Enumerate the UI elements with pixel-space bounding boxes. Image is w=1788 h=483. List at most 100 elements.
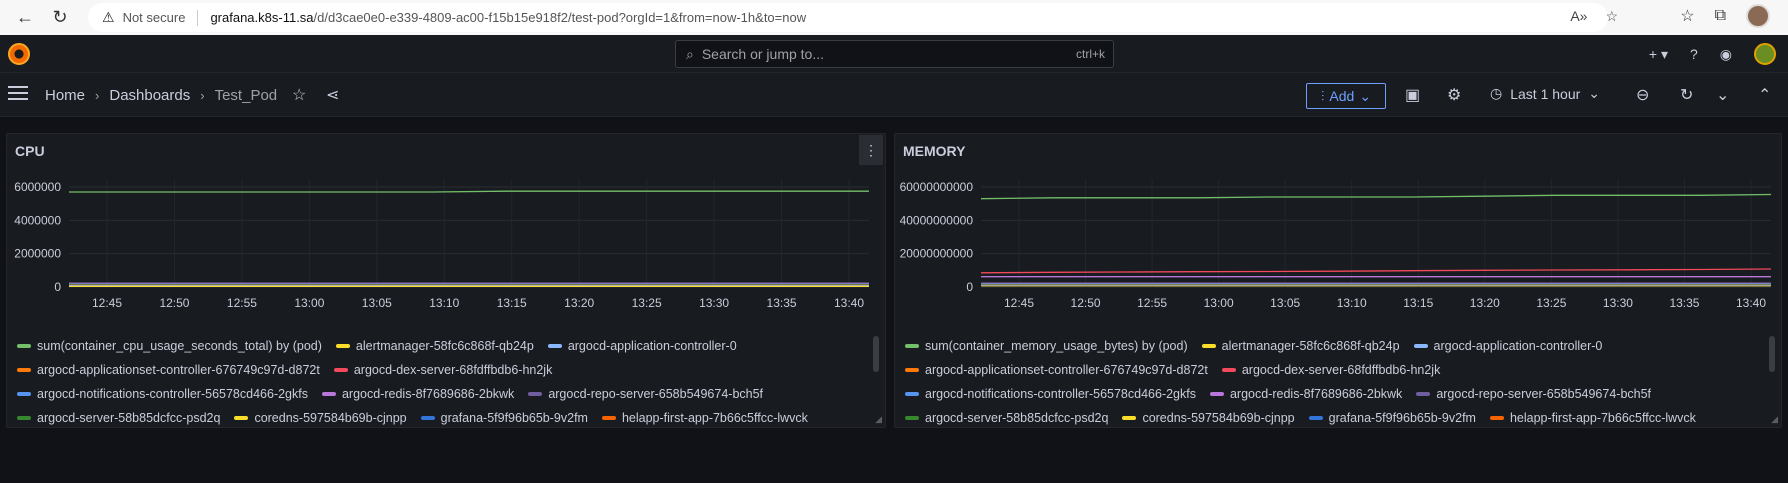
legend-swatch (420, 416, 435, 420)
legend-label: argocd-server-58b85dcfcc-psd2q (925, 411, 1109, 425)
legend-item[interactable]: coredns-597584b69b-cjnpp (1122, 411, 1295, 425)
legend-label: argocd-notifications-controller-56578cd4… (37, 387, 308, 401)
legend-swatch (601, 416, 616, 420)
legend-item[interactable]: argocd-applicationset-controller-676749c… (905, 363, 1208, 377)
x-tick-label: 13:10 (429, 296, 459, 310)
y-tick-label: 0 (54, 280, 61, 294)
memory-legend: sum(container_memory_usage_bytes) by (po… (905, 334, 1761, 426)
breadcrumb-dashboards[interactable]: Dashboards (109, 87, 190, 104)
favorites-icon[interactable]: ☆ (1680, 6, 1694, 26)
settings-gear-icon[interactable]: ⚙ (1447, 85, 1461, 105)
legend-label: helapp-first-app-7b66c5ffcc-lwvck (621, 411, 808, 425)
legend-swatch (1209, 392, 1224, 396)
share-icon[interactable]: ⋖ (326, 85, 339, 105)
resize-handle-icon[interactable]: ◢ (875, 414, 882, 425)
grafana-logo-icon[interactable] (8, 43, 30, 65)
legend-item[interactable]: alertmanager-58fc6c868f-qb24p (1201, 339, 1400, 353)
divider (197, 9, 199, 26)
refresh-icon[interactable]: ↻ (1680, 85, 1693, 105)
legend-item[interactable]: argocd-application-controller-0 (547, 339, 737, 353)
new-plus-icon[interactable]: + ▾ (1649, 46, 1668, 63)
news-rss-icon[interactable]: ◉ (1720, 46, 1732, 63)
legend-swatch (1308, 416, 1323, 420)
legend-item[interactable]: argocd-repo-server-658b549674-bch5f (528, 387, 763, 401)
legend-item[interactable]: argocd-server-58b85dcfcc-psd2q (905, 411, 1108, 425)
legend-label: coredns-597584b69b-cjnpp (254, 411, 407, 425)
legend-item[interactable]: argocd-redis-8f7689686-2bkwk (321, 387, 514, 401)
zoom-out-icon[interactable]: ⊖ (1636, 85, 1649, 105)
collapse-up-icon[interactable]: ⌃ (1758, 85, 1771, 105)
help-icon[interactable]: ? (1690, 46, 1698, 62)
x-tick-label: 12:55 (1137, 296, 1167, 310)
breadcrumb-home[interactable]: Home (45, 87, 85, 104)
x-tick-label: 13:35 (767, 296, 797, 310)
collections-icon[interactable]: ⧉ (1715, 7, 1726, 25)
x-tick-label: 13:00 (294, 296, 324, 310)
legend-swatch (17, 368, 31, 372)
panel-menu-icon[interactable]: ⋮ (859, 135, 883, 165)
menu-icon[interactable] (8, 86, 28, 102)
legend-swatch (333, 368, 348, 372)
legend-item[interactable]: sum(container_cpu_usage_seconds_total) b… (17, 339, 322, 353)
legend-item[interactable]: argocd-redis-8f7689686-2bkwk (1209, 387, 1402, 401)
add-button[interactable]: ⫶ Add ⌄ (1306, 83, 1386, 109)
legend-item[interactable]: grafana-5f9f96b65b-9v2fm (420, 411, 588, 425)
user-avatar[interactable] (1754, 43, 1776, 65)
x-tick-label: 13:40 (1736, 296, 1766, 310)
x-tick-label: 12:45 (92, 296, 122, 310)
legend-item[interactable]: argocd-application-controller-0 (1413, 339, 1602, 353)
legend-item[interactable]: argocd-server-58b85dcfcc-psd2q (17, 411, 220, 425)
x-tick-label: 13:35 (1669, 296, 1699, 310)
legend-label: argocd-server-58b85dcfcc-psd2q (37, 411, 221, 425)
legend-item[interactable]: grafana-5f9f96b65b-9v2fm (1308, 411, 1476, 425)
x-tick-label: 12:45 (1004, 296, 1034, 310)
favorite-add-icon[interactable]: ☆ (1605, 8, 1618, 25)
save-icon[interactable]: ▣ (1405, 85, 1420, 105)
legend-swatch (905, 344, 919, 348)
refresh-interval-chevron-icon[interactable]: ⌄ (1716, 85, 1729, 105)
legend-item[interactable]: argocd-dex-server-68fdffbdb6-hn2jk (1221, 363, 1441, 377)
legend-item[interactable]: alertmanager-58fc6c868f-qb24p (335, 339, 534, 353)
legend-item[interactable]: helapp-first-app-7b66c5ffcc-lwvck (1489, 411, 1696, 425)
legend-item[interactable]: sum(container_memory_usage_bytes) by (po… (905, 339, 1188, 353)
memory-chart: 60000000000 40000000000 20000000000 0 12:45 1… (900, 179, 1772, 310)
search-input[interactable]: ⌕ Search or jump to... ctrl+k (675, 40, 1114, 68)
x-tick-label: 12:50 (159, 296, 189, 310)
legend-scrollbar[interactable] (873, 336, 879, 372)
profile-avatar[interactable] (1746, 4, 1770, 28)
browser-toolbar: ← ↻ ⚠ Not secure grafana.k8s-11.sa/d/d3c… (0, 0, 1788, 35)
legend-row: argocd-notifications-controller-56578cd4… (905, 382, 1761, 406)
legend-swatch (905, 368, 919, 372)
legend-item[interactable]: coredns-597584b69b-cjnpp (234, 411, 407, 425)
y-tick-label: 0 (966, 280, 973, 294)
time-range-picker[interactable]: ◷ Last 1 hour ⌄ (1490, 85, 1600, 102)
star-icon[interactable]: ☆ (292, 85, 306, 105)
resize-handle-icon[interactable]: ◢ (1771, 414, 1778, 425)
reload-icon[interactable]: ↻ (45, 2, 75, 32)
legend-swatch (234, 416, 249, 420)
chevron-right-icon: › (200, 88, 205, 103)
legend-item[interactable]: helapp-first-app-7b66c5ffcc-lwvck (601, 411, 808, 425)
legend-item[interactable]: argocd-repo-server-658b549674-bch5f (1416, 387, 1651, 401)
legend-row: sum(container_cpu_usage_seconds_total) b… (17, 334, 865, 358)
legend-item[interactable]: argocd-notifications-controller-56578cd4… (17, 387, 308, 401)
legend-item[interactable]: argocd-applicationset-controller-676749c… (17, 363, 320, 377)
legend-item[interactable]: argocd-dex-server-68fdffbdb6-hn2jk (333, 363, 552, 377)
chevron-right-icon: › (95, 88, 100, 103)
legend-label: argocd-dex-server-68fdffbdb6-hn2jk (1241, 363, 1441, 377)
y-tick-label: 20000000000 (900, 247, 974, 261)
address-bar[interactable]: ⚠ Not secure grafana.k8s-11.sa/d/d3cae0e… (88, 3, 1608, 32)
y-tick-label: 60000000000 (900, 180, 974, 194)
legend-scrollbar[interactable] (1769, 336, 1775, 372)
legend-row: argocd-notifications-controller-56578cd4… (17, 382, 865, 406)
panel-title: CPU (15, 143, 45, 159)
read-aloud-icon[interactable]: A» (1570, 8, 1587, 25)
legend-label: grafana-5f9f96b65b-9v2fm (1328, 411, 1476, 425)
cpu-chart: 6000000 4000000 2000000 0 12:45 12:50 12:55 13:… (14, 179, 869, 310)
legend-swatch (1489, 416, 1504, 420)
x-tick-label: 13:05 (1270, 296, 1300, 310)
back-icon[interactable]: ← (10, 2, 40, 32)
legend-label: argocd-notifications-controller-56578cd4… (925, 387, 1196, 401)
legend-swatch (321, 392, 336, 396)
legend-item[interactable]: argocd-notifications-controller-56578cd4… (905, 387, 1196, 401)
